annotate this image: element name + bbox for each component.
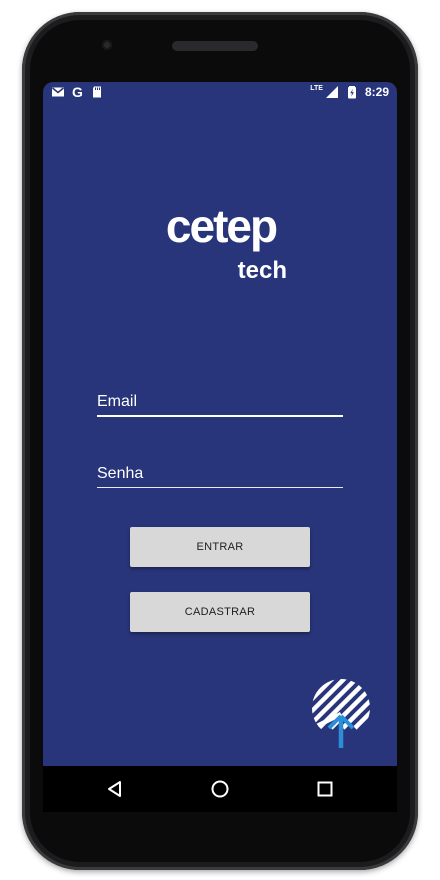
password-field[interactable]: Senha <box>97 464 343 488</box>
logo-wordmark: cetep <box>166 202 277 252</box>
front-camera <box>102 40 112 50</box>
sd-card-icon <box>92 86 101 98</box>
app-screen: G LTE 8:29 cetep tech Email Senha ENTRAR… <box>43 82 397 766</box>
logo-subtitle: tech <box>238 257 287 282</box>
password-placeholder: Senha <box>97 465 144 482</box>
network-type-label: LTE <box>310 84 323 92</box>
register-button[interactable]: CADASTRAR <box>130 592 310 632</box>
status-bar: G LTE 8:29 <box>43 82 397 104</box>
email-field[interactable]: Email <box>97 392 343 417</box>
system-status: LTE 8:29 <box>310 84 389 100</box>
arrow-up-logo-icon[interactable] <box>311 678 371 750</box>
notification-icons: G <box>51 85 104 99</box>
google-icon: G <box>72 84 83 100</box>
navigation-bar <box>43 766 397 812</box>
earpiece-speaker <box>172 41 258 51</box>
gmail-icon <box>51 87 65 97</box>
home-icon[interactable] <box>210 779 230 799</box>
battery-charging-icon <box>347 86 356 99</box>
email-underline <box>97 415 343 417</box>
password-underline <box>97 487 343 488</box>
cetep-tech-logo: cetep tech <box>166 202 287 282</box>
enter-button[interactable]: ENTRAR <box>130 527 310 567</box>
email-placeholder: Email <box>97 393 138 410</box>
signal-icon <box>325 86 338 98</box>
clock: 8:29 <box>364 85 389 99</box>
recent-apps-icon[interactable] <box>315 779 335 799</box>
back-icon[interactable] <box>105 779 125 799</box>
